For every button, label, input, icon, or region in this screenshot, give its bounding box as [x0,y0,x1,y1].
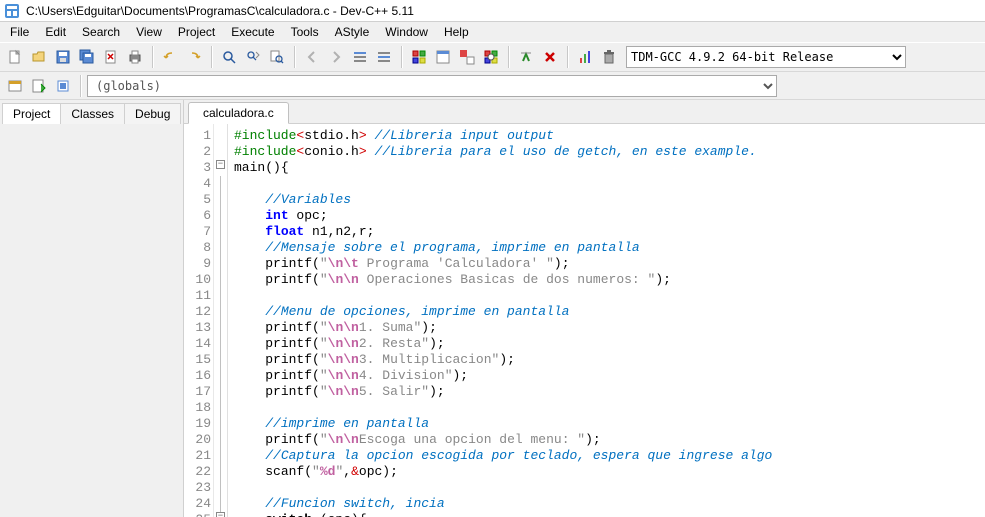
compiler-select[interactable]: TDM-GCC 4.9.2 64-bit Release [626,46,906,68]
code-editor[interactable]: 1234567891011121314151617181920212223242… [184,124,985,517]
forward-button[interactable] [325,46,347,68]
menu-project[interactable]: Project [170,23,223,41]
main-area: ProjectClassesDebug calculadora.c 123456… [0,100,985,517]
save-button[interactable] [52,46,74,68]
menu-bar: FileEditSearchViewProjectExecuteToolsASt… [0,22,985,42]
print-button[interactable] [124,46,146,68]
insert-button[interactable] [28,75,50,97]
menu-help[interactable]: Help [436,23,477,41]
separator [567,46,568,68]
open-button[interactable] [28,46,50,68]
menu-execute[interactable]: Execute [223,23,282,41]
app-icon [4,3,20,19]
title-bar: C:\Users\Edguitar\Documents\ProgramasC\c… [0,0,985,22]
replace-button[interactable] [242,46,264,68]
run-button[interactable] [432,46,454,68]
file-tab[interactable]: calculadora.c [188,102,289,124]
main-toolbar: TDM-GCC 4.9.2 64-bit Release [0,42,985,72]
side-tab-debug[interactable]: Debug [124,103,181,124]
separator [80,75,81,97]
compile-run-button[interactable] [456,46,478,68]
menu-window[interactable]: Window [377,23,436,41]
goto-line-button[interactable] [349,46,371,68]
fold-column[interactable]: −− [214,124,228,517]
stop-button[interactable] [539,46,561,68]
toggle-button[interactable] [52,75,74,97]
menu-search[interactable]: Search [74,23,128,41]
close-button[interactable] [100,46,122,68]
separator [211,46,212,68]
separator [508,46,509,68]
editor-area: calculadora.c 12345678910111213141516171… [184,100,985,517]
rebuild-button[interactable] [480,46,502,68]
new-file-button[interactable] [4,46,26,68]
debug-button[interactable] [515,46,537,68]
menu-file[interactable]: File [2,23,37,41]
menu-astyle[interactable]: AStyle [327,23,378,41]
globals-select[interactable]: (globals) [87,75,777,97]
save-all-button[interactable] [76,46,98,68]
back-button[interactable] [301,46,323,68]
new-project-button[interactable] [4,75,26,97]
bookmark-button[interactable] [373,46,395,68]
separator [401,46,402,68]
code-content[interactable]: #include<stdio.h> //Libreria input outpu… [228,124,985,517]
window-title: C:\Users\Edguitar\Documents\ProgramasC\c… [26,4,414,18]
undo-button[interactable] [159,46,181,68]
line-gutter: 1234567891011121314151617181920212223242… [184,124,214,517]
side-tabs: ProjectClassesDebug [0,100,183,124]
menu-view[interactable]: View [128,23,170,41]
profile-button[interactable] [574,46,596,68]
separator [294,46,295,68]
find-in-files-button[interactable] [266,46,288,68]
side-tab-classes[interactable]: Classes [60,103,125,124]
menu-edit[interactable]: Edit [37,23,74,41]
sidebar: ProjectClassesDebug [0,100,184,517]
fold-toggle[interactable]: − [216,512,225,517]
file-tabs: calculadora.c [184,100,985,124]
separator [152,46,153,68]
compile-button[interactable] [408,46,430,68]
menu-tools[interactable]: Tools [283,23,327,41]
clean-button[interactable] [598,46,620,68]
redo-button[interactable] [183,46,205,68]
fold-toggle[interactable]: − [216,160,225,169]
find-button[interactable] [218,46,240,68]
secondary-toolbar: (globals) [0,72,985,100]
side-tab-project[interactable]: Project [2,103,61,124]
